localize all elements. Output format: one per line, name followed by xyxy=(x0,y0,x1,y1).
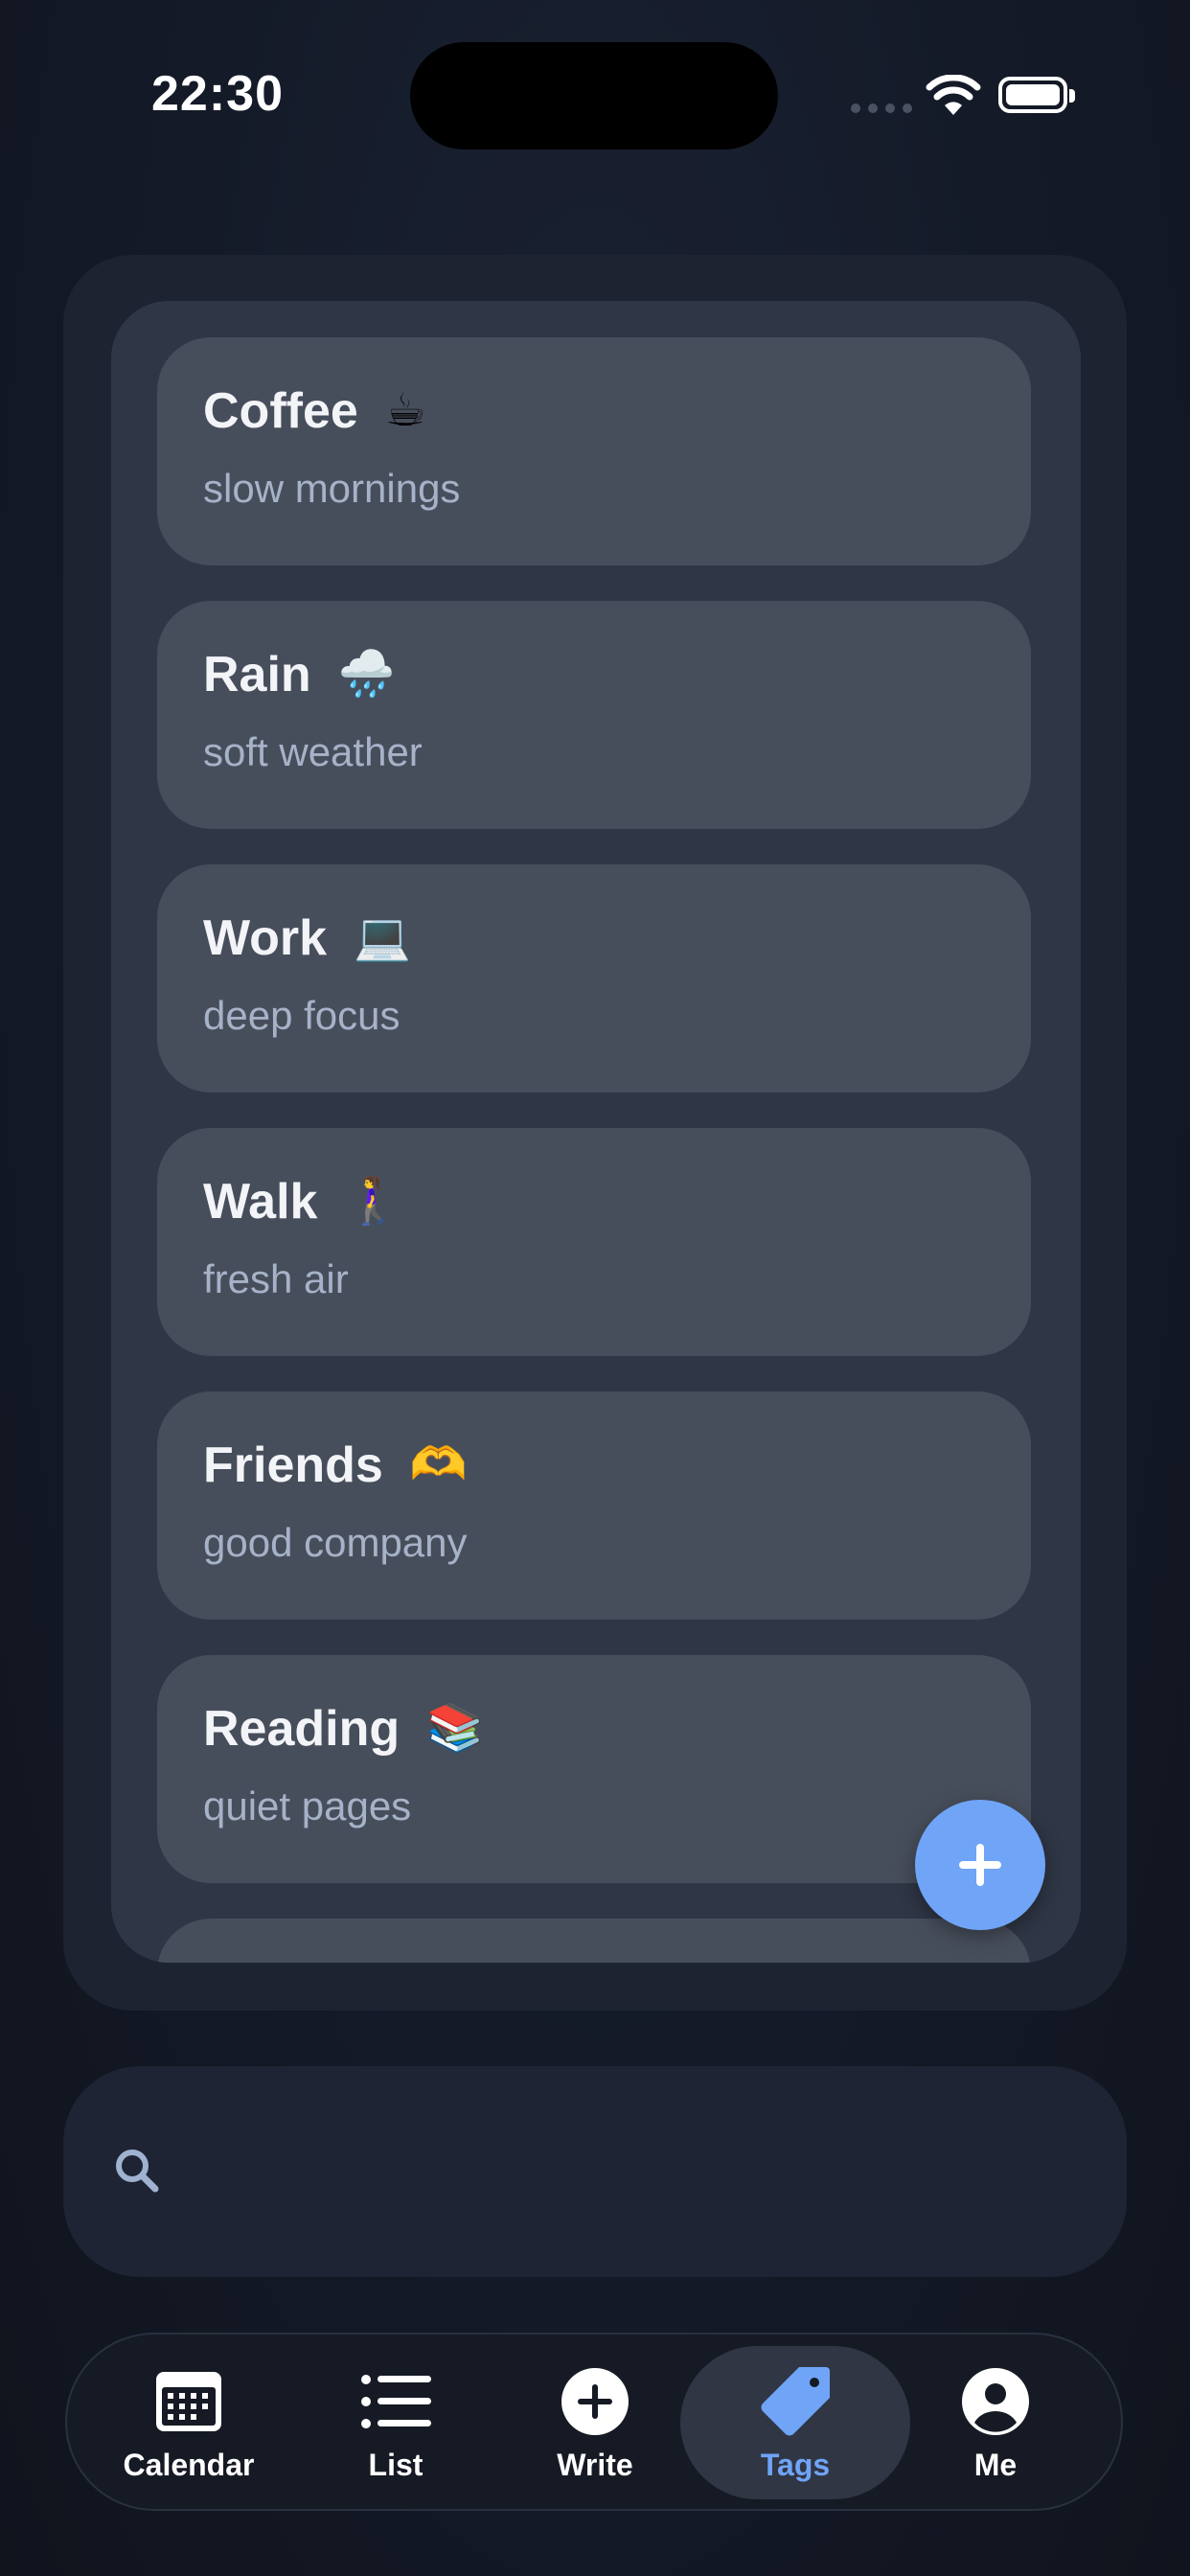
tab-label: Tags xyxy=(760,2448,831,2482)
laptop-icon: 💻 xyxy=(354,912,411,963)
tab-calendar[interactable]: Calendar xyxy=(88,2334,289,2509)
tab-write[interactable]: Write xyxy=(494,2334,696,2509)
tag-name: Reading xyxy=(203,1701,400,1757)
books-icon: 📚 xyxy=(426,1703,484,1754)
list-icon xyxy=(361,2375,431,2428)
tag-name: Work xyxy=(203,910,328,966)
walking-person-icon: 🚶‍♀️ xyxy=(344,1176,402,1227)
tags-screen: 22:30 Coffee ☕ slow mornings Rain 🌧️ sof… xyxy=(0,0,1190,2576)
coffee-icon: ☕ xyxy=(384,385,426,436)
tab-me[interactable]: Me xyxy=(895,2334,1096,2509)
tag-list[interactable]: Coffee ☕ slow mornings Rain 🌧️ soft weat… xyxy=(111,301,1081,1963)
battery-icon xyxy=(998,77,1075,113)
search-bar[interactable] xyxy=(63,2066,1127,2277)
plus-icon xyxy=(959,1844,1001,1886)
tag-description: quiet pages xyxy=(203,1783,412,1828)
tag-description: slow mornings xyxy=(203,466,461,511)
tab-label: Write xyxy=(557,2448,633,2482)
tag-name: Friends xyxy=(203,1438,383,1493)
tag-description: soft weather xyxy=(203,729,423,774)
search-icon xyxy=(116,2150,159,2193)
tag-name: Rain xyxy=(203,647,311,702)
calendar-icon xyxy=(156,2372,221,2431)
tab-label: Calendar xyxy=(123,2448,255,2482)
tab-bar: Calendar List Write Tags Me xyxy=(65,2333,1123,2511)
tag-card-walk[interactable]: Walk 🚶‍♀️ fresh air xyxy=(157,1128,1031,1356)
tag-card-coffee[interactable]: Coffee ☕ slow mornings xyxy=(157,337,1031,565)
wifi-icon xyxy=(926,75,981,115)
tag-card-partial[interactable] xyxy=(157,1919,1031,1963)
rain-cloud-icon: 🌧️ xyxy=(337,649,396,700)
tag-name: Walk xyxy=(203,1174,318,1230)
heart-hands-icon: 🫶 xyxy=(409,1439,468,1490)
add-tag-button[interactable] xyxy=(915,1800,1045,1930)
tag-card-rain[interactable]: Rain 🌧️ soft weather xyxy=(157,601,1031,829)
tag-description: fresh air xyxy=(203,1256,349,1301)
tab-tags[interactable]: Tags xyxy=(695,2334,896,2509)
person-icon xyxy=(962,2368,1029,2435)
tab-label: List xyxy=(368,2448,423,2482)
tag-description: deep focus xyxy=(203,993,400,1038)
search-input[interactable] xyxy=(178,2124,1083,2221)
tab-label: Me xyxy=(973,2448,1018,2482)
tag-card-friends[interactable]: Friends 🫶 good company xyxy=(157,1392,1031,1620)
tag-icon xyxy=(761,2367,830,2436)
tag-card-work[interactable]: Work 💻 deep focus xyxy=(157,864,1031,1092)
plus-circle-icon xyxy=(561,2368,629,2435)
tag-name: Coffee xyxy=(203,383,358,439)
tab-list[interactable]: List xyxy=(295,2334,496,2509)
dynamic-island xyxy=(410,42,778,150)
tag-description: good company xyxy=(203,1520,468,1565)
status-time: 22:30 xyxy=(151,66,284,122)
cellular-signal-icon xyxy=(851,104,912,113)
tag-card-reading[interactable]: Reading 📚 quiet pages xyxy=(157,1655,1031,1883)
